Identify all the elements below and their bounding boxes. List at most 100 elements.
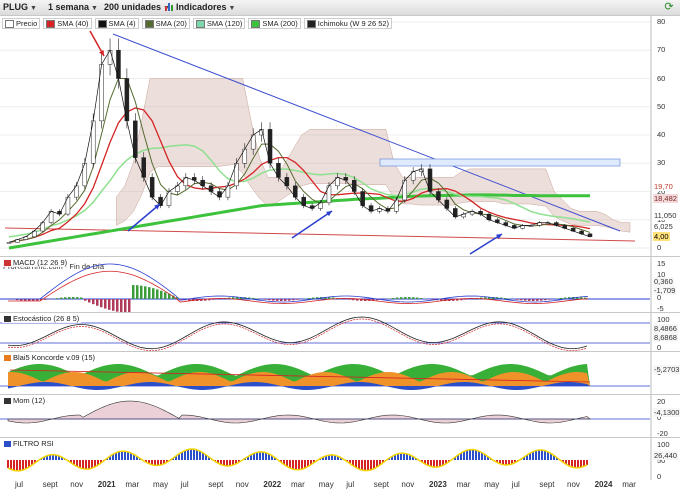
refresh-icon[interactable]: ⟳ xyxy=(660,0,678,15)
price-pane[interactable]: Precio SMA (40) SMA (4) SMA (20) SMA (120) SM… xyxy=(0,15,680,271)
legend-swatch xyxy=(306,19,316,28)
macd-histogram-bar xyxy=(400,297,403,299)
indicator-axis-label: 0 xyxy=(657,472,662,481)
price-axis-label: 70 xyxy=(657,45,666,55)
chevron-down-icon: ▼ xyxy=(91,5,98,12)
macd-histogram-bar xyxy=(156,289,159,299)
legend-label: SMA (40) xyxy=(57,19,89,28)
macd-histogram-bar xyxy=(404,297,407,299)
macd-histogram-bar xyxy=(548,299,551,300)
price-axis-label: 30 xyxy=(657,158,666,168)
rsi-swatch xyxy=(4,440,11,447)
units-label: 200 unidades xyxy=(104,2,162,12)
period-selector[interactable]: 1 semana ▼ xyxy=(48,1,98,13)
legend-label: Ichimoku (W 9 26 52) xyxy=(317,19,390,28)
time-axis-label: nov xyxy=(567,480,580,489)
macd-histogram-bar xyxy=(288,299,291,301)
legend-swatch xyxy=(144,19,154,28)
time-axis-label: nov xyxy=(70,480,84,489)
macd-histogram-bar xyxy=(308,298,311,299)
indicator-axis-label: 100 xyxy=(657,315,670,324)
macd-histogram-bar xyxy=(76,297,79,299)
macd-histogram-bar xyxy=(96,299,99,306)
annotation-arrow xyxy=(469,233,503,255)
time-axis-label: jul xyxy=(15,480,24,489)
legend-swatch xyxy=(5,19,14,28)
price-candle xyxy=(6,242,12,244)
period-label: 1 semana xyxy=(48,2,90,12)
ticker-label: PLUG xyxy=(3,2,29,12)
legend-item[interactable]: SMA (4) xyxy=(94,18,139,29)
macd-histogram-bar xyxy=(164,292,167,299)
macd-histogram-bar xyxy=(420,298,423,299)
price-axis-label: 40 xyxy=(657,130,666,139)
macd-histogram-bar xyxy=(84,299,87,301)
stochastic-d-line xyxy=(7,318,588,351)
macd-chart xyxy=(0,257,652,312)
time-axis-label: 2022 xyxy=(263,480,282,489)
macd-histogram-bar xyxy=(524,299,527,301)
legend-label: Precio xyxy=(16,19,38,28)
indicator-value-badge: -5,2703 xyxy=(653,365,680,374)
ticker-selector[interactable]: PLUG ▼ xyxy=(3,1,37,13)
macd-title-text: MACD (12 26 9) xyxy=(13,258,68,267)
macd-histogram-bar xyxy=(44,299,47,300)
price-axis-label: 0 xyxy=(657,243,662,252)
time-axis-label: jul xyxy=(346,480,355,489)
macd-pane[interactable]: MACD (12 26 9) 151050-50,360-1,709 xyxy=(0,256,680,313)
legend-item[interactable]: SMA (200) xyxy=(248,18,301,29)
macd-histogram-bar xyxy=(140,285,143,299)
time-axis-label: may xyxy=(484,480,500,489)
price-axis-label: 80 xyxy=(657,17,666,26)
legend-label: SMA (120) xyxy=(206,19,243,28)
macd-histogram-bar xyxy=(100,299,103,308)
legend-item[interactable]: SMA (20) xyxy=(141,18,190,29)
legend-label: SMA (4) xyxy=(108,19,136,28)
chevron-down-icon: ▼ xyxy=(228,5,236,12)
indicators-button[interactable]: Indicadores ▼ xyxy=(176,1,235,13)
time-axis-label: 2023 xyxy=(429,480,447,489)
macd-histogram-bar xyxy=(352,299,355,301)
legend-swatch xyxy=(97,19,107,28)
indicator-value-badge: 26,440 xyxy=(653,451,678,460)
macd-histogram-bar xyxy=(64,297,67,299)
time-axis-label: 2024 xyxy=(594,480,613,489)
macd-histogram-bar xyxy=(556,298,559,299)
indicator-value-badge: 0,360 xyxy=(653,276,674,286)
momentum-pane[interactable]: Mom (12) 20 0 -20 -4,1300 xyxy=(0,394,680,438)
macd-histogram-bar xyxy=(116,299,119,312)
koncorde-pane[interactable]: Blai5 Koncorde v.09 (15) 0-5,2703 xyxy=(0,351,680,394)
indicator-value-badge: -4,1300 xyxy=(653,408,680,417)
legend-label: SMA (20) xyxy=(155,19,187,28)
macd-histogram-bar xyxy=(212,299,215,300)
price-badge: 19,70 xyxy=(653,182,674,191)
macd-histogram-bar xyxy=(272,299,275,301)
macd-histogram-bar xyxy=(104,299,107,309)
time-axis-label: sept xyxy=(208,480,224,489)
units-selector[interactable]: 200 unidades▼ xyxy=(104,1,170,13)
macd-histogram-bar xyxy=(128,299,131,312)
time-axis-label: jul xyxy=(180,480,189,489)
macd-histogram-bar xyxy=(88,299,91,303)
macd-histogram-bar xyxy=(464,299,467,300)
macd-histogram-bar xyxy=(396,297,399,299)
legend-item[interactable]: SMA (120) xyxy=(192,18,246,29)
stochastic-pane[interactable]: Estocástico (26 8 5) 1005008,48668,6868 xyxy=(0,312,680,352)
macd-histogram-bar xyxy=(268,299,271,301)
time-axis-label: mar xyxy=(622,480,636,489)
chart-legend: Precio SMA (40) SMA (4) SMA (20) SMA (120) SM… xyxy=(2,18,393,29)
macd-histogram-bar xyxy=(152,288,155,299)
macd-histogram-bar xyxy=(416,297,419,299)
macd-histogram-bar xyxy=(284,299,287,301)
legend-item[interactable]: Ichimoku (W 9 26 52) xyxy=(303,18,393,29)
rsi-pane[interactable]: FILTRO RSI 100 50 0 26,440 xyxy=(0,437,680,481)
macd-histogram-bar xyxy=(264,299,267,300)
macd-histogram-bar xyxy=(520,299,523,301)
legend-item[interactable]: Precio xyxy=(2,18,41,29)
legend-swatch xyxy=(251,19,261,28)
momentum-title-text: Mom (12) xyxy=(13,396,46,405)
legend-item[interactable]: SMA (40) xyxy=(43,18,92,29)
macd-histogram-bar xyxy=(532,299,535,301)
price-badge: 18,482 xyxy=(653,194,678,203)
macd-swatch xyxy=(4,259,11,266)
